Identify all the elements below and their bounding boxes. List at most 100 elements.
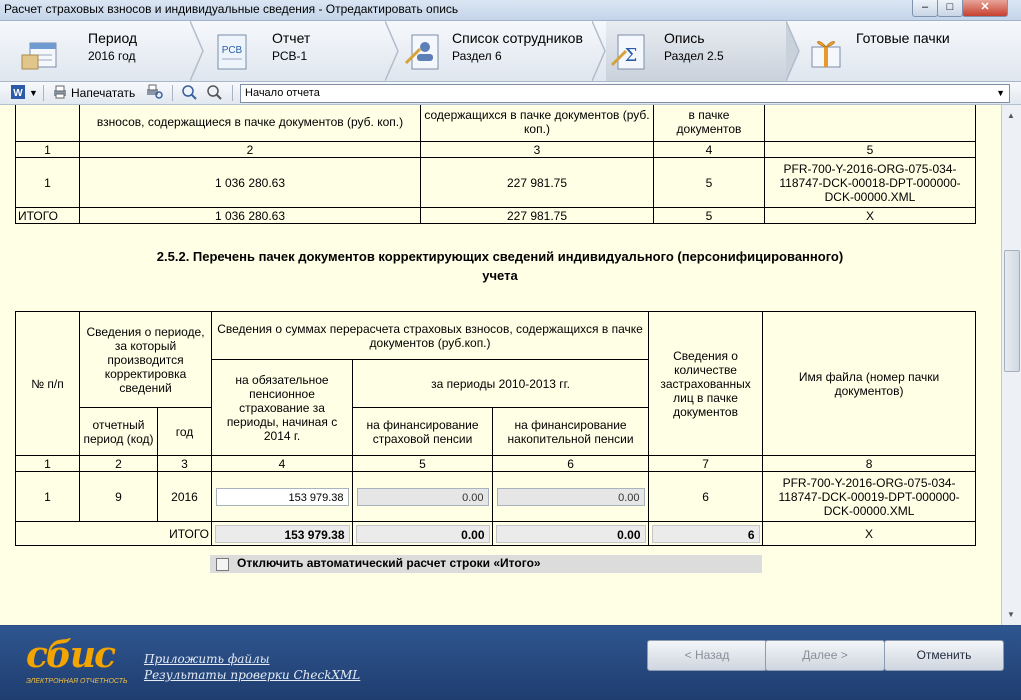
step-period[interactable]: Период 2016 год bbox=[0, 21, 190, 81]
column-number: 2 bbox=[79, 455, 158, 472]
dropdown-arrow-icon: ▼ bbox=[996, 88, 1005, 98]
column-number: 1 bbox=[15, 141, 80, 158]
print-button[interactable]: Напечатать bbox=[71, 84, 135, 102]
column-number: 7 bbox=[648, 455, 764, 472]
svg-text:W: W bbox=[13, 88, 23, 99]
scroll-thumb[interactable] bbox=[1004, 250, 1020, 372]
printer-icon[interactable] bbox=[52, 84, 68, 102]
zoom-in-icon[interactable] bbox=[181, 84, 197, 102]
step-name: Готовые пачки bbox=[856, 30, 950, 46]
table-cell bbox=[15, 105, 80, 142]
total-row: ИТОГО 1 036 280.63 227 981.75 5 Х bbox=[15, 207, 976, 224]
title-bar: Расчет страховых взносов и индивидуальны… bbox=[0, 0, 1021, 21]
table-cell: Х bbox=[764, 207, 976, 224]
chevron-down-icon[interactable]: ▼ bbox=[29, 84, 38, 102]
sigma-document-icon: Σ bbox=[610, 34, 645, 70]
header-number: № п/п bbox=[15, 311, 80, 456]
insured-count-cell: 6 bbox=[648, 471, 764, 522]
footer-bar: сбис ЭЛЕКТРОННАЯ ОТЧЕТНОСТЬ Приложить фа… bbox=[0, 626, 1021, 700]
table-cell: 227 981.75 bbox=[420, 207, 654, 224]
table-cell: 5 bbox=[653, 207, 765, 224]
close-button[interactable]: ✕ bbox=[962, 0, 1008, 17]
step-name: Список сотрудников bbox=[452, 30, 583, 46]
year-cell: 2016 bbox=[156, 471, 213, 522]
total-funded-value: 0.00 bbox=[495, 524, 646, 543]
funded-pension-input[interactable]: 0.00 bbox=[496, 487, 645, 506]
step-ready-packs[interactable]: Готовые пачки bbox=[800, 21, 1000, 81]
column-number: 5 bbox=[352, 455, 494, 472]
checkxml-results-link[interactable]: Результаты проверки CheckXML bbox=[144, 668, 360, 682]
total-label: ИТОГО bbox=[14, 521, 213, 546]
maximize-button[interactable]: □ bbox=[937, 0, 963, 17]
table-cell: 5 bbox=[653, 157, 765, 208]
period-code-cell: 9 bbox=[79, 471, 158, 522]
step-employees[interactable]: Список сотрудников Раздел 6 bbox=[400, 21, 592, 81]
auto-total-checkbox[interactable] bbox=[216, 558, 229, 571]
rsv-icon-text: РСВ bbox=[222, 45, 243, 56]
minimize-button[interactable]: – bbox=[912, 0, 938, 17]
column-number: 4 bbox=[211, 455, 354, 472]
table-cell: 1 036 280.63 bbox=[79, 207, 421, 224]
header-year: год bbox=[156, 407, 213, 456]
section-select-value: Начало отчета bbox=[245, 87, 320, 99]
back-button[interactable]: < Назад bbox=[647, 640, 767, 671]
scroll-up-icon[interactable]: ▲ bbox=[1007, 111, 1015, 120]
auto-total-option[interactable]: Отключить автоматический расчет строки «… bbox=[210, 555, 762, 573]
table-header-row: взносов, содержащиеся в пачке документов… bbox=[15, 105, 976, 142]
step-chevron bbox=[592, 21, 606, 81]
row-number: 1 bbox=[15, 157, 80, 208]
calendar-icon bbox=[21, 42, 57, 70]
table-cell: 1 036 280.63 bbox=[79, 157, 421, 208]
step-chevron bbox=[385, 21, 399, 81]
table-row: 1 9 2016 153 979.38 0.00 0.00 6 PFR-700-… bbox=[15, 471, 977, 522]
header-mandatory-insurance: на обязательное пенсионное страхование з… bbox=[211, 359, 354, 456]
sbis-logo: сбис ЭЛЕКТРОННАЯ ОТЧЕТНОСТЬ bbox=[26, 634, 128, 685]
table-header-cell: взносов, содержащиеся в пачке документов… bbox=[79, 105, 421, 142]
column-number-row: 1 2 3 4 5 bbox=[15, 141, 976, 158]
column-number: 6 bbox=[492, 455, 650, 472]
column-number: 3 bbox=[156, 455, 213, 472]
toolbar: W ▼ Напечатать Начало отчета ▼ bbox=[0, 82, 1021, 105]
mandatory-insurance-input[interactable]: 153 979.38 bbox=[215, 487, 349, 506]
table-header-cell bbox=[764, 105, 976, 142]
table-row: 1 1 036 280.63 227 981.75 5 PFR-700-Y-20… bbox=[15, 157, 976, 208]
file-name-cell: PFR-700-Y-2016-ORG-075-034-118747-DCK-00… bbox=[764, 157, 976, 208]
next-button[interactable]: Далее > bbox=[765, 640, 885, 671]
packs-table-1: взносов, содержащиеся в пачке документов… bbox=[15, 105, 976, 224]
file-name-cell: PFR-700-Y-2016-ORG-075-034-118747-DCK-00… bbox=[762, 471, 977, 522]
column-number: 2 bbox=[79, 141, 421, 158]
section-select[interactable]: Начало отчета ▼ bbox=[240, 84, 1010, 103]
print-preview-icon[interactable] bbox=[146, 84, 164, 102]
step-name: Период bbox=[88, 30, 138, 46]
word-export-icon[interactable]: W bbox=[10, 84, 26, 102]
vertical-scrollbar[interactable]: ▲ ▼ bbox=[1001, 105, 1021, 625]
step-report[interactable]: РСВ Отчет РСВ-1 bbox=[205, 21, 385, 81]
step-sub: Раздел 6 bbox=[452, 49, 502, 63]
header-funded-pension: на финансирование накопительной пенсии bbox=[492, 407, 650, 456]
step-inventory[interactable]: Σ Опись Раздел 2.5 bbox=[606, 21, 786, 81]
document-area: взносов, содержащиеся в пачке документов… bbox=[0, 105, 1001, 625]
header-sums: Сведения о суммах перерасчета страховых … bbox=[211, 311, 650, 360]
divider bbox=[232, 85, 233, 101]
total-row: ИТОГО 153 979.38 0.00 0.00 6 Х bbox=[14, 521, 977, 546]
header-insurance-pension: на финансирование страховой пенсии bbox=[352, 407, 494, 456]
cancel-button[interactable]: Отменить bbox=[884, 640, 1004, 671]
table-header-cell: в пачке документов bbox=[653, 105, 765, 142]
auto-total-label: Отключить автоматический расчет строки «… bbox=[237, 556, 541, 570]
step-sub: РСВ-1 bbox=[272, 49, 308, 63]
step-sub: Раздел 2.5 bbox=[664, 49, 724, 63]
step-chevron bbox=[786, 21, 800, 81]
header-file-name: Имя файла (номер пачки документов) bbox=[762, 311, 977, 456]
table-cell: 227 981.75 bbox=[420, 157, 654, 208]
insurance-pension-input[interactable]: 0.00 bbox=[356, 487, 489, 506]
column-number: 4 bbox=[653, 141, 765, 158]
header-report-period: отчетный период (код) bbox=[79, 407, 158, 456]
column-number: 3 bbox=[420, 141, 654, 158]
corrections-table: № п/п Сведения о периоде, за который про… bbox=[14, 311, 977, 546]
total-insured-count: 6 bbox=[651, 524, 760, 543]
scroll-down-icon[interactable]: ▼ bbox=[1007, 610, 1015, 619]
attach-files-link[interactable]: Приложить файлы bbox=[144, 652, 270, 666]
zoom-out-icon[interactable] bbox=[206, 84, 222, 102]
row-number: 1 bbox=[15, 471, 80, 522]
divider bbox=[43, 85, 44, 101]
